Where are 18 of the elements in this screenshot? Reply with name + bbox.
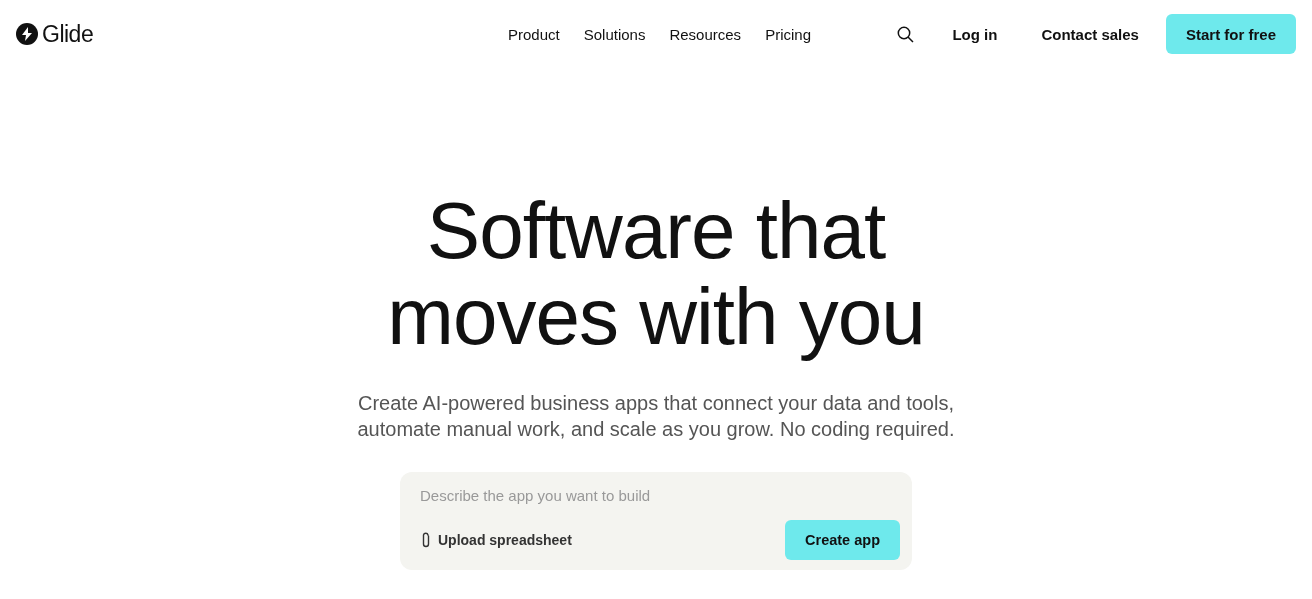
prompt-field[interactable]: Describe the app you want to build (420, 487, 720, 504)
start-button[interactable]: Start for free (1165, 14, 1296, 54)
create-app-button[interactable]: Create app (785, 520, 900, 560)
hero-title-line: Software that (425, 188, 887, 274)
nav-link[interactable]: Product (496, 25, 572, 43)
nav-link[interactable]: Solutions (571, 25, 658, 43)
nav-link[interactable]: Resources (657, 25, 754, 43)
paperclip-icon (420, 531, 432, 549)
contact-sales-link[interactable]: Contact sales (1041, 25, 1139, 43)
logo-icon (16, 23, 38, 45)
login-link[interactable]: Log in (952, 25, 998, 43)
search-icon[interactable] (897, 25, 915, 43)
hero-subtitle-line: Create AI-powered business apps that connect your data and tools, (357, 391, 955, 416)
logo-text[interactable]: Glide (42, 20, 94, 48)
upload-button[interactable]: Upload spreadsheet (420, 531, 572, 549)
hero-subtitle-line: automate manual work, and scale as you grow. No coding required. (357, 417, 955, 442)
nav-link[interactable]: Pricing (753, 25, 823, 43)
hero-title-line: moves with you (387, 274, 925, 360)
